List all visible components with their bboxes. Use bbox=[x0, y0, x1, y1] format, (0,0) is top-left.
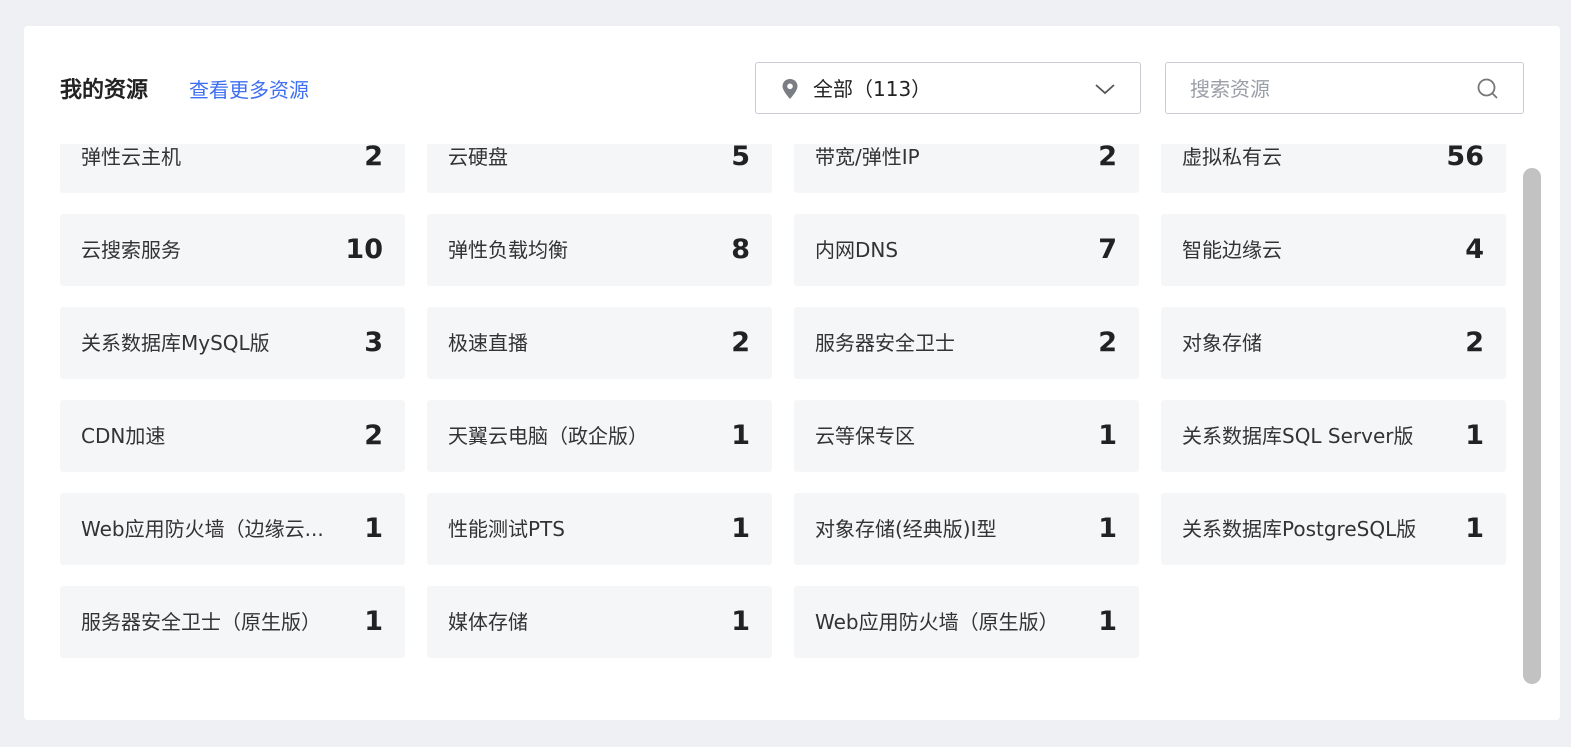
resource-count: 1 bbox=[1098, 420, 1117, 451]
resource-name: 智能边缘云 bbox=[1182, 238, 1282, 262]
resource-card[interactable]: 弹性云主机 2 bbox=[60, 144, 405, 193]
resource-card[interactable]: 媒体存储 1 bbox=[427, 586, 772, 658]
resource-count: 1 bbox=[731, 606, 750, 637]
resource-card[interactable]: 内网DNS 7 bbox=[794, 214, 1139, 286]
resource-name: 带宽/弹性IP bbox=[815, 145, 920, 169]
resource-name: 虚拟私有云 bbox=[1182, 145, 1282, 169]
resource-count: 1 bbox=[1465, 513, 1484, 544]
resource-count: 2 bbox=[1098, 144, 1117, 172]
resource-count: 1 bbox=[1098, 513, 1117, 544]
resource-card[interactable]: 天翼云电脑（政企版） 1 bbox=[427, 400, 772, 472]
chevron-down-icon bbox=[1095, 84, 1115, 95]
resource-count: 2 bbox=[731, 327, 750, 358]
resource-name: 媒体存储 bbox=[448, 610, 528, 634]
panel-header: 我的资源 查看更多资源 全部（113） bbox=[24, 26, 1560, 144]
resource-card[interactable]: CDN加速 2 bbox=[60, 400, 405, 472]
resource-name: 服务器安全卫士（原生版） bbox=[81, 610, 321, 634]
region-select[interactable]: 全部（113） bbox=[755, 62, 1141, 114]
resource-name: 云硬盘 bbox=[448, 145, 508, 169]
resource-name: 对象存储 bbox=[1182, 331, 1262, 355]
scrollbar-thumb[interactable] bbox=[1523, 168, 1541, 684]
resource-card[interactable]: 带宽/弹性IP 2 bbox=[794, 144, 1139, 193]
resource-name: 云搜索服务 bbox=[81, 238, 181, 262]
resource-count: 7 bbox=[1098, 234, 1117, 265]
resource-name: CDN加速 bbox=[81, 424, 166, 448]
resource-count: 2 bbox=[364, 144, 383, 172]
region-select-value: 全部（113） bbox=[813, 77, 932, 101]
resource-card[interactable]: 极速直播 2 bbox=[427, 307, 772, 379]
resource-card[interactable]: 云搜索服务 10 bbox=[60, 214, 405, 286]
resource-card[interactable]: 关系数据库SQL Server版 1 bbox=[1161, 400, 1506, 472]
resource-name: 关系数据库SQL Server版 bbox=[1182, 424, 1414, 448]
resource-count: 2 bbox=[1465, 327, 1484, 358]
resource-count: 1 bbox=[364, 513, 383, 544]
resource-count: 8 bbox=[731, 234, 750, 265]
resource-count: 1 bbox=[731, 513, 750, 544]
resource-name: 内网DNS bbox=[815, 238, 899, 262]
resource-count: 5 bbox=[731, 144, 750, 172]
panel-title: 我的资源 bbox=[60, 78, 149, 103]
resource-name: 云等保专区 bbox=[815, 424, 915, 448]
resource-count: 3 bbox=[364, 327, 383, 358]
resource-count: 10 bbox=[345, 234, 383, 265]
resource-card[interactable]: Web应用防火墙（边缘云... 1 bbox=[60, 493, 405, 565]
my-resources-panel: 我的资源 查看更多资源 全部（113） 弹性云主机 2 云硬盘 5 带宽/弹性IP 2 虚拟… bbox=[24, 26, 1560, 720]
resource-grid: 弹性云主机 2 云硬盘 5 带宽/弹性IP 2 虚拟私有云 56 云搜索服务 10 弹性负载均衡 8 内… bbox=[60, 144, 1506, 658]
resource-card[interactable]: 服务器安全卫士（原生版） 1 bbox=[60, 586, 405, 658]
resource-name: 服务器安全卫士 bbox=[815, 331, 955, 355]
resource-card[interactable]: 弹性负载均衡 8 bbox=[427, 214, 772, 286]
search-box bbox=[1165, 62, 1524, 114]
resource-card[interactable]: 云硬盘 5 bbox=[427, 144, 772, 193]
location-pin-icon bbox=[782, 79, 798, 99]
resource-count: 1 bbox=[364, 606, 383, 637]
search-icon[interactable] bbox=[1476, 77, 1500, 101]
resource-count: 1 bbox=[731, 420, 750, 451]
resource-name: 关系数据库MySQL版 bbox=[81, 331, 270, 355]
resource-card[interactable]: 关系数据库MySQL版 3 bbox=[60, 307, 405, 379]
resource-name: 弹性云主机 bbox=[81, 145, 181, 169]
resource-count: 1 bbox=[1098, 606, 1117, 637]
resource-card[interactable]: 云等保专区 1 bbox=[794, 400, 1139, 472]
resource-card[interactable]: 虚拟私有云 56 bbox=[1161, 144, 1506, 193]
resource-card[interactable]: 关系数据库PostgreSQL版 1 bbox=[1161, 493, 1506, 565]
resource-count: 56 bbox=[1446, 144, 1484, 172]
resource-count: 2 bbox=[1098, 327, 1117, 358]
view-more-resources-link[interactable]: 查看更多资源 bbox=[189, 75, 309, 105]
resource-card[interactable]: 性能测试PTS 1 bbox=[427, 493, 772, 565]
resource-name: 天翼云电脑（政企版） bbox=[448, 424, 648, 448]
search-input[interactable] bbox=[1188, 73, 1462, 105]
resource-name: 性能测试PTS bbox=[448, 517, 565, 541]
resource-card[interactable]: 对象存储 2 bbox=[1161, 307, 1506, 379]
resource-count: 1 bbox=[1465, 420, 1484, 451]
resource-name: 极速直播 bbox=[448, 331, 528, 355]
resource-card[interactable]: 服务器安全卫士 2 bbox=[794, 307, 1139, 379]
resource-name: Web应用防火墙（边缘云... bbox=[81, 517, 324, 541]
resource-card[interactable]: 智能边缘云 4 bbox=[1161, 214, 1506, 286]
resource-name: 关系数据库PostgreSQL版 bbox=[1182, 517, 1417, 541]
resource-name: Web应用防火墙（原生版） bbox=[815, 610, 1059, 634]
resource-name: 对象存储(经典版)I型 bbox=[815, 517, 997, 541]
resource-name: 弹性负载均衡 bbox=[448, 238, 568, 262]
resource-count: 2 bbox=[364, 420, 383, 451]
resource-list: 弹性云主机 2 云硬盘 5 带宽/弹性IP 2 虚拟私有云 56 云搜索服务 10 弹性负载均衡 8 内… bbox=[24, 144, 1560, 720]
resource-card[interactable]: 对象存储(经典版)I型 1 bbox=[794, 493, 1139, 565]
resource-count: 4 bbox=[1465, 234, 1484, 265]
resource-card[interactable]: Web应用防火墙（原生版） 1 bbox=[794, 586, 1139, 658]
